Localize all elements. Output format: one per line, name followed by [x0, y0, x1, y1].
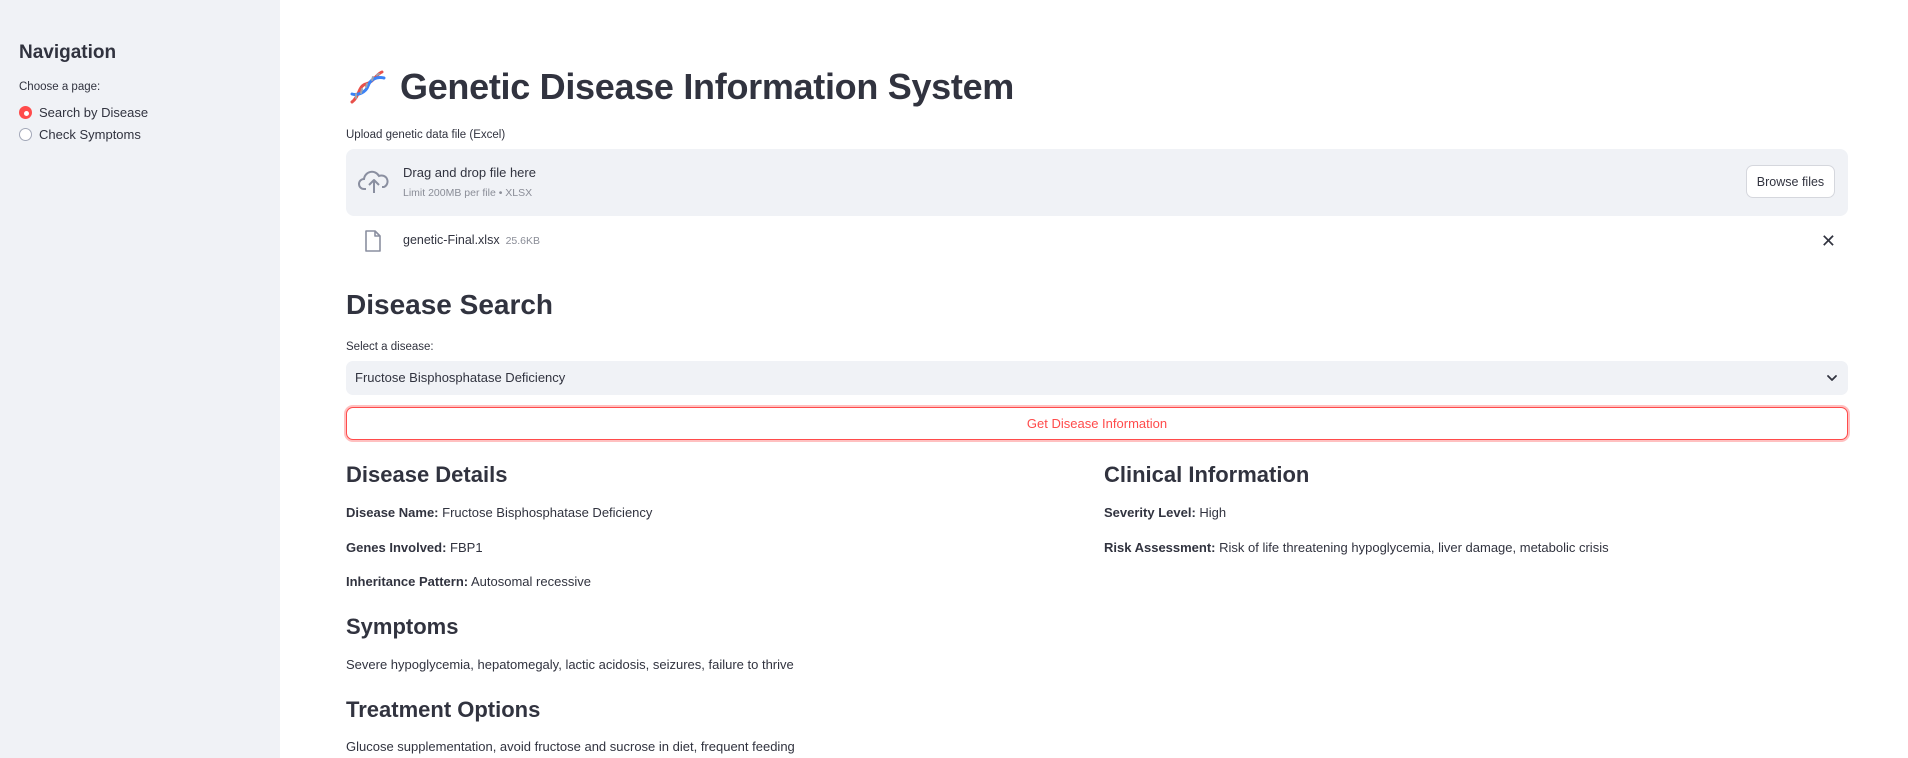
dropzone-limit: Limit 200MB per file • XLSX — [403, 187, 533, 199]
dna-icon — [350, 70, 386, 104]
clinical-info-heading: Clinical Information — [1104, 462, 1310, 487]
disease-name-field: Disease Name: Fructose Bisphosphatase De… — [346, 505, 652, 520]
disease-search-heading: Disease Search — [346, 289, 554, 320]
treatment-heading: Treatment Options — [346, 697, 541, 722]
risk-value: Risk of life threatening hypoglycemia, l… — [1219, 540, 1609, 555]
disease-details-heading: Disease Details — [346, 462, 508, 487]
get-disease-info-button[interactable]: Get Disease Information — [346, 407, 1848, 440]
select-disease-label: Select a disease: — [346, 341, 434, 353]
symptoms-text: Severe hypoglycemia, hepatomegaly, lacti… — [346, 657, 794, 672]
radio-checked-icon[interactable] — [19, 106, 32, 119]
file-dropzone[interactable]: Drag and drop file here Limit 200MB per … — [346, 149, 1848, 216]
file-icon — [365, 230, 381, 252]
remove-file-icon[interactable]: ✕ — [1821, 231, 1836, 251]
radio-label-check-symptoms: Check Symptoms — [39, 127, 141, 142]
severity-field: Severity Level: High — [1104, 505, 1226, 520]
dropzone-instructions: Drag and drop file here — [403, 165, 536, 180]
browse-files-button[interactable]: Browse files — [1746, 165, 1835, 198]
disease-select[interactable]: Fructose Bisphosphatase Deficiency — [346, 361, 1848, 395]
file-name-text: genetic-Final.xlsx 25.6KB — [403, 233, 540, 247]
radio-search-by-disease[interactable]: Search by Disease — [19, 105, 148, 120]
risk-field: Risk Assessment: Risk of life threatenin… — [1104, 540, 1609, 555]
risk-label: Risk Assessment: — [1104, 540, 1216, 555]
radio-label-search-by-disease: Search by Disease — [39, 105, 149, 120]
page-header: Genetic Disease Information System — [346, 66, 1014, 108]
inheritance-value: Autosomal recessive — [471, 574, 591, 589]
genes-field: Genes Involved: FBP1 — [346, 540, 483, 555]
uploaded-file: genetic-Final.xlsx 25.6KB ✕ — [346, 226, 1848, 256]
disease-name-value: Fructose Bisphosphatase Deficiency — [442, 505, 653, 520]
inheritance-field: Inheritance Pattern: Autosomal recessive — [346, 574, 591, 589]
severity-value: High — [1199, 505, 1227, 520]
main-content: Genetic Disease Information System Uploa… — [346, 0, 1848, 758]
cloud-upload-icon — [358, 170, 389, 193]
chevron-down-icon — [1827, 375, 1837, 381]
genes-label: Genes Involved: — [346, 540, 447, 555]
symptoms-heading: Symptoms — [346, 614, 459, 639]
disease-name-label: Disease Name: — [346, 505, 439, 520]
sidebar: Navigation Choose a page: Search by Dise… — [0, 0, 280, 758]
radio-unchecked-icon[interactable] — [19, 128, 32, 141]
radio-group-label: Choose a page: — [19, 81, 101, 93]
severity-label: Severity Level: — [1104, 505, 1196, 520]
radio-check-symptoms[interactable]: Check Symptoms — [19, 127, 141, 142]
treatment-text: Glucose supplementation, avoid fructose … — [346, 739, 795, 754]
file-size: 25.6KB — [505, 235, 541, 247]
inheritance-label: Inheritance Pattern: — [346, 574, 469, 589]
sidebar-title: Navigation — [19, 42, 117, 63]
genes-value: FBP1 — [450, 540, 483, 555]
page-title: Genetic Disease Information System — [400, 66, 1015, 107]
disease-select-value: Fructose Bisphosphatase Deficiency — [355, 370, 566, 385]
upload-label: Upload genetic data file (Excel) — [346, 129, 506, 141]
file-name: genetic-Final.xlsx — [403, 233, 500, 247]
